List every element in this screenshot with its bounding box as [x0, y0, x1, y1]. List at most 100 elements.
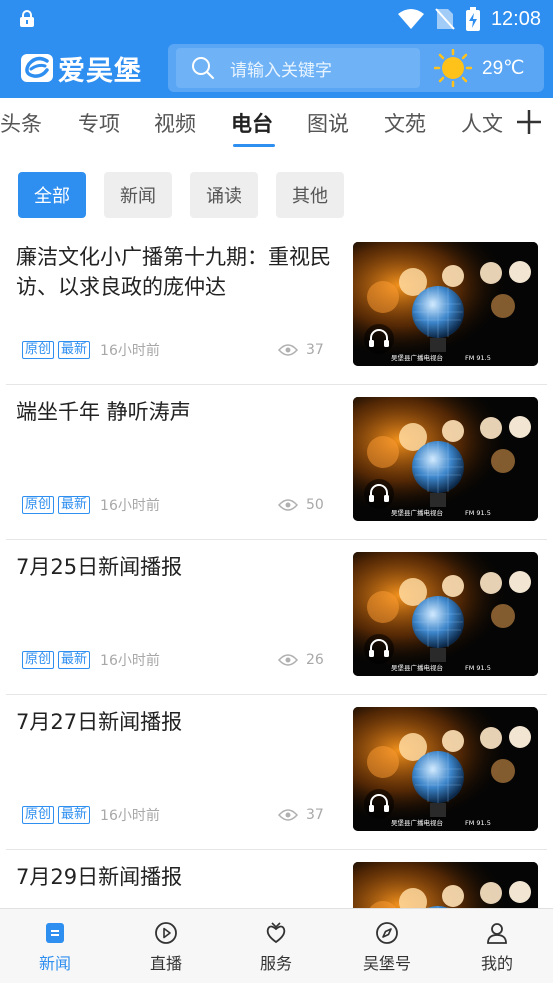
article-title: 7月25日新闻播报 — [16, 555, 183, 579]
tag-original: 原创 — [22, 806, 55, 824]
eye-icon — [278, 654, 298, 666]
nav-label: 吴堡号 — [362, 953, 411, 973]
tab-picture[interactable]: 图说 — [307, 108, 349, 138]
temperature: 29℃ — [482, 57, 525, 79]
filter-all[interactable]: 全部 — [18, 172, 86, 218]
article-title: 7月29日新闻播报 — [16, 865, 183, 889]
svg-text:FM 91.5: FM 91.5 — [465, 354, 491, 362]
article-time: 16小时前 — [100, 653, 160, 669]
list-item[interactable]: 廉洁文化小广播第十九期：重视民访、以求良政的庞仲达 原创 最新 16小时前 37 — [6, 230, 547, 385]
list-item[interactable]: 7月25日新闻播报 原创 最新 16小时前 26 吴堡县广播电视台 FM 91.… — [6, 540, 547, 695]
list-item[interactable]: 端坐千年 静听涛声 原创 最新 16小时前 50 吴堡县广播电视台 FM 91.… — [6, 385, 547, 540]
tab-literature[interactable]: 文苑 — [384, 108, 426, 138]
tab-headlines[interactable]: 头条 — [0, 108, 42, 138]
article-time: 16小时前 — [100, 808, 160, 824]
play-circle-icon — [155, 921, 177, 944]
svg-text:FM 91.5: FM 91.5 — [465, 664, 491, 672]
tag-latest: 最新 — [58, 496, 91, 514]
nav-label: 服务 — [259, 953, 292, 973]
bottom-nav: 新闻 直播 服务 吴堡号 我的 — [0, 908, 553, 983]
article-thumbnail[interactable]: 吴堡县广播电视台 FM 91.5 — [353, 552, 538, 676]
logo-mark-icon — [21, 54, 53, 82]
nav-service[interactable]: 服务 — [221, 909, 331, 983]
status-bar: 12:08 — [0, 0, 553, 38]
news-icon — [46, 922, 64, 943]
battery-charging-icon — [465, 7, 480, 31]
sun-icon — [434, 49, 472, 87]
svg-text:FM 91.5: FM 91.5 — [465, 509, 491, 517]
svg-text:吴堡县广播电视台: 吴堡县广播电视台 — [391, 508, 443, 517]
tab-special[interactable]: 专项 — [78, 108, 120, 138]
service-icon — [266, 921, 286, 943]
top-bar: 12:08 爱吴堡 请输入关键字 29℃ — [0, 0, 553, 98]
article-title: 端坐千年 静听涛声 — [16, 400, 191, 424]
tab-radio[interactable]: 电台 — [231, 108, 273, 138]
article-meta: 原创 最新 16小时前 — [22, 805, 160, 825]
search-bar: 请输入关键字 29℃ — [168, 44, 544, 92]
view-count: 37 — [306, 807, 324, 823]
app-name: 爱吴堡 — [58, 55, 142, 87]
tag-original: 原创 — [22, 341, 55, 359]
nav-live[interactable]: 直播 — [111, 909, 221, 983]
nav-label: 我的 — [480, 953, 513, 973]
view-count: 50 — [306, 497, 324, 513]
article-title: 7月27日新闻播报 — [16, 710, 183, 734]
add-channel-icon[interactable] — [515, 108, 543, 136]
nav-mine[interactable]: 我的 — [442, 909, 552, 983]
channel-tabs: 头条 专项 视频 电台 图说 文苑 人文 — [0, 98, 553, 150]
weather-widget[interactable]: 29℃ — [434, 49, 525, 87]
article-meta: 原创 最新 16小时前 — [22, 495, 160, 515]
svg-text:FM 91.5: FM 91.5 — [465, 819, 491, 827]
article-title: 廉洁文化小广播第十九期：重视民访、以求良政的庞仲达 — [16, 245, 331, 299]
search-placeholder: 请输入关键字 — [230, 60, 332, 81]
eye-icon — [278, 499, 298, 511]
article-thumbnail[interactable]: 吴堡县广播电视台 FM 91.5 — [353, 707, 538, 831]
tag-latest: 最新 — [58, 341, 91, 359]
filter-other[interactable]: 其他 — [276, 172, 344, 218]
view-count-block: 37 — [278, 805, 324, 825]
article-time: 16小时前 — [100, 343, 160, 359]
tab-humanities[interactable]: 人文 — [461, 108, 503, 138]
search-icon — [192, 57, 214, 79]
tag-original: 原创 — [22, 651, 55, 669]
wifi-icon — [397, 9, 424, 29]
article-thumbnail[interactable]: 吴堡县广播电视台 FM 91.5 — [353, 397, 538, 521]
no-sim-icon — [435, 8, 455, 30]
article-thumbnail[interactable]: 吴堡县广播电视台 FM 91.5 — [353, 242, 538, 366]
article-meta: 原创 最新 16小时前 — [22, 650, 160, 670]
filter-recitation[interactable]: 诵读 — [190, 172, 258, 218]
view-count-block: 37 — [278, 340, 324, 360]
tag-original: 原创 — [22, 496, 55, 514]
article-time: 16小时前 — [100, 498, 160, 514]
app-logo[interactable]: 爱吴堡 — [20, 50, 142, 87]
view-count: 26 — [306, 652, 324, 668]
list-item[interactable]: 7月27日新闻播报 原创 最新 16小时前 37 吴堡县广播电视台 FM 91.… — [6, 695, 547, 850]
article-thumbnail[interactable]: 吴堡县广播电视台 FM 91.5 — [353, 862, 538, 908]
svg-text:吴堡县广播电视台: 吴堡县广播电视台 — [391, 663, 443, 672]
status-time: 12:08 — [490, 7, 541, 30]
tab-video[interactable]: 视频 — [154, 108, 196, 138]
user-icon — [487, 922, 507, 944]
filter-chips: 全部 新闻 诵读 其他 — [0, 172, 553, 218]
article-list: 廉洁文化小广播第十九期：重视民访、以求良政的庞仲达 原创 最新 16小时前 37 — [0, 230, 553, 908]
view-count: 37 — [306, 342, 324, 358]
view-count-block: 26 — [278, 650, 324, 670]
active-tab-indicator — [233, 144, 275, 147]
nav-wubao-hao[interactable]: 吴堡号 — [332, 909, 442, 983]
eye-icon — [278, 344, 298, 356]
svg-text:吴堡县广播电视台: 吴堡县广播电视台 — [391, 818, 443, 827]
eye-icon — [278, 809, 298, 821]
tag-latest: 最新 — [58, 651, 91, 669]
list-item[interactable]: 7月29日新闻播报 吴堡县广播电视台 FM 91.5 — [6, 850, 547, 908]
lock-icon — [20, 10, 34, 27]
filter-news[interactable]: 新闻 — [104, 172, 172, 218]
nav-news[interactable]: 新闻 — [0, 909, 110, 983]
nav-label: 新闻 — [38, 953, 71, 973]
search-input[interactable]: 请输入关键字 — [176, 48, 420, 88]
nav-label: 直播 — [149, 953, 182, 973]
app-header: 爱吴堡 请输入关键字 29℃ — [0, 38, 553, 98]
article-meta: 原创 最新 16小时前 — [22, 340, 160, 360]
tag-latest: 最新 — [58, 806, 91, 824]
status-icons: 12:08 — [397, 6, 541, 32]
svg-text:吴堡县广播电视台: 吴堡县广播电视台 — [391, 353, 443, 362]
